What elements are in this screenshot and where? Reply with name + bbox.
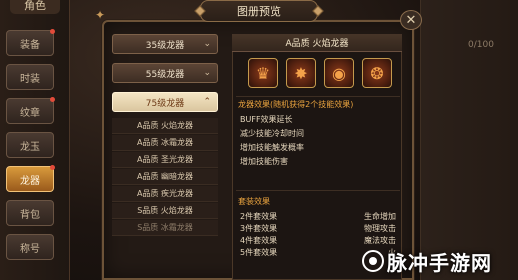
side-tab-label: 背包 (20, 209, 40, 221)
notification-dot (50, 29, 55, 34)
dragon-horn-icon[interactable]: ❂ (362, 58, 392, 88)
watermark-text: 脉冲手游网 (387, 250, 492, 275)
watermark: 脉冲手游网 (362, 242, 518, 280)
list-item[interactable]: A品质 冰霜龙器 (112, 135, 218, 151)
category-label: 75级龙器 (145, 98, 185, 109)
category-label: 55级龙器 (145, 69, 185, 80)
side-tab-emblem[interactable]: 纹章 (6, 97, 55, 124)
side-tab-dragon-artifact[interactable]: 龙器 (6, 165, 55, 192)
left-tab-panel: 角色 装备 时装 纹章 龙玉 龙器 背包 称号 (0, 0, 70, 280)
chevron-up-icon: ⌃ (203, 97, 211, 107)
effect-text: 增加技能伤害 (240, 157, 288, 166)
side-tab-dragon-jade[interactable]: 龙玉 (6, 132, 54, 158)
effect-text: 增加技能触发概率 (240, 143, 304, 152)
left-panel-title: 角色 (10, 0, 60, 14)
collection-counter: 0/100 (468, 40, 494, 50)
watermark-logo-icon (362, 250, 384, 272)
side-tab-bag[interactable]: 背包 (6, 200, 54, 226)
set-row-label: 5件套效果 (240, 248, 278, 257)
detail-header: A品质 火焰龙器 (232, 34, 402, 52)
category-35-button[interactable]: 35级龙器 ⌄ (112, 34, 218, 54)
list-item[interactable]: A品质 幽暗龙器 (112, 169, 218, 185)
set-row: 3件套效果 物理攻击 (240, 223, 396, 234)
set-row-value: 物理攻击 (364, 224, 396, 233)
chevron-down-icon: ⌄ (203, 39, 211, 49)
set-section-title: 套装效果 (238, 197, 270, 206)
divider (236, 96, 400, 97)
category-75-button[interactable]: 75级龙器 ⌃ (112, 92, 218, 112)
close-button[interactable]: ✕ (400, 10, 422, 30)
side-tab-equipment[interactable]: 装备 (6, 29, 55, 56)
side-tab-label: 龙玉 (20, 141, 40, 153)
dragon-helm-icon[interactable]: ♛ (248, 58, 278, 88)
list-item[interactable]: A品质 疾光龙器 (112, 186, 218, 202)
chevron-down-icon: ⌄ (203, 68, 211, 78)
list-item[interactable]: A品质 火焰龙器 (112, 118, 218, 134)
set-row-label: 2件套效果 (240, 212, 278, 221)
side-tab-label: 时装 (20, 73, 40, 85)
effect-text: BUFF效果延长 (240, 115, 293, 124)
notification-dot (50, 165, 55, 170)
dragon-core-icon[interactable]: ◉ (324, 58, 354, 88)
dialog-title: 图册预览 (237, 5, 281, 18)
divider (236, 190, 400, 191)
side-tab-label: 装备 (20, 39, 40, 51)
list-item[interactable]: S品质 冰霜龙器 (112, 220, 218, 236)
effect-text: 减少技能冷却时间 (240, 129, 304, 138)
side-tab-label: 称号 (20, 243, 40, 255)
list-item[interactable]: A品质 圣光龙器 (112, 152, 218, 168)
set-row-label: 4件套效果 (240, 236, 278, 245)
close-icon: ✕ (405, 12, 417, 28)
list-item[interactable]: S品质 火焰龙器 (112, 203, 218, 219)
notification-dot (50, 97, 55, 102)
dialog-title-bar: 图册预览 (194, 0, 324, 22)
side-tab-fashion[interactable]: 时装 (6, 64, 54, 90)
set-row: 2件套效果 生命增加 (240, 211, 396, 222)
set-row-value: 生命增加 (364, 212, 396, 221)
category-55-button[interactable]: 55级龙器 ⌄ (112, 63, 218, 83)
side-tab-title[interactable]: 称号 (6, 234, 54, 260)
side-tab-label: 纹章 (20, 107, 40, 119)
category-label: 35级龙器 (145, 40, 185, 51)
set-row-label: 3件套效果 (240, 224, 278, 233)
dragon-claw-icon[interactable]: ✸ (286, 58, 316, 88)
side-tab-label: 龙器 (20, 175, 40, 187)
effects-section-title: 龙器效果(随机获得2个技能效果) (238, 100, 354, 109)
